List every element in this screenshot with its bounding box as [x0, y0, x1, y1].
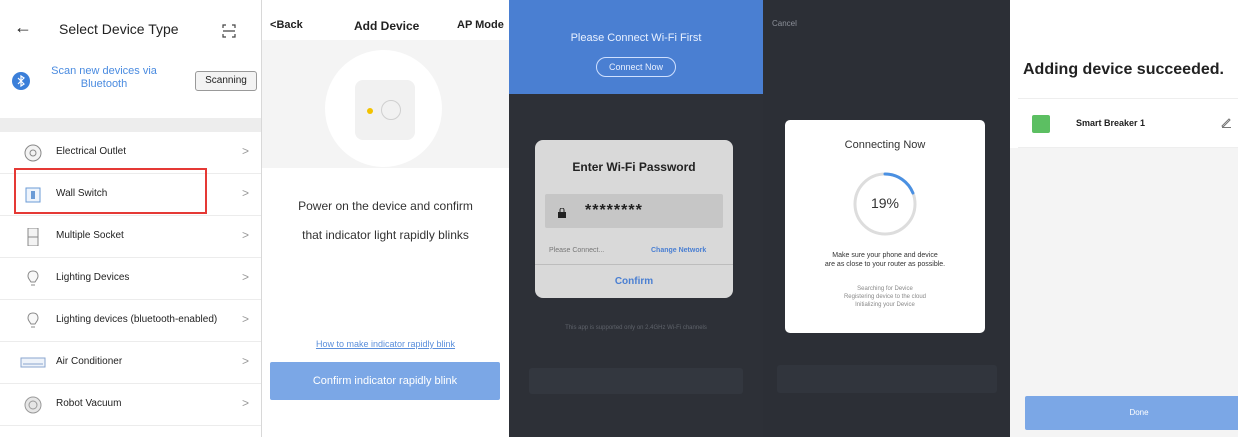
chevron-right-icon: >: [242, 144, 250, 158]
proximity-message: Make sure your phone and device are as c…: [785, 251, 985, 269]
confirm-blink-button[interactable]: Confirm indicator rapidly blink: [270, 362, 500, 400]
indicator-light-icon: [367, 108, 373, 114]
chevron-right-icon: >: [242, 312, 250, 326]
device-name: Smart Breaker 1: [1076, 118, 1146, 128]
arrow-left-icon[interactable]: ←: [14, 18, 32, 36]
chevron-right-icon: >: [242, 396, 250, 410]
page-title: Select Device Type: [59, 21, 179, 37]
select-device-type-screen: ← Select Device Type Scan new devices vi…: [0, 0, 262, 437]
add-device-screen: <Back Add Device AP Mode Power on the de…: [262, 0, 509, 437]
wifi-password-dialog: Enter Wi-Fi Password ******** Please Con…: [535, 140, 733, 298]
device-type-label: Electrical Outlet: [56, 146, 127, 157]
chevron-right-icon: >: [242, 270, 250, 284]
device-row[interactable]: Smart Breaker 1: [1018, 98, 1238, 148]
password-field[interactable]: ********: [545, 194, 723, 228]
page-title: Add Device: [354, 19, 420, 33]
device-type-label: Air Conditioner: [56, 356, 123, 367]
scanning-button[interactable]: Scanning: [195, 71, 257, 91]
header: ← Select Device Type: [0, 8, 261, 44]
progress-percent: 19%: [870, 195, 900, 211]
device-graphic: [355, 80, 415, 140]
device-type-row[interactable]: Multiple Socket >: [0, 216, 261, 258]
cancel-button[interactable]: Cancel: [772, 19, 797, 28]
device-type-row[interactable]: Lighting devices (bluetooth-enabled) >: [0, 300, 261, 342]
device-type-row[interactable]: Air Conditioner >: [0, 342, 261, 384]
success-screen: Adding device succeeded. Smart Breaker 1…: [1010, 0, 1238, 437]
done-button[interactable]: Done: [1025, 396, 1238, 430]
bulb-bt-icon: [24, 312, 42, 330]
connect-now-button[interactable]: Connect Now: [596, 57, 676, 77]
power-button-icon: [381, 100, 401, 120]
dialog-title: Enter Wi-Fi Password: [572, 160, 696, 174]
back-button[interactable]: <Back: [270, 19, 303, 31]
wifi-banner: Please Connect Wi-Fi First Connect Now: [509, 0, 763, 94]
banner-title: Please Connect Wi-Fi First: [570, 32, 702, 44]
vacuum-icon: [22, 396, 44, 414]
connecting-screen: Cancel Connecting Now 19% Make sure your…: [763, 0, 1010, 437]
qr-scan-icon[interactable]: [222, 24, 236, 38]
bluetooth-scan-row: Scan new devices via Bluetooth Scanning: [0, 50, 261, 118]
device-type-label: Multiple Socket: [56, 230, 124, 241]
chevron-right-icon: >: [242, 228, 250, 242]
bluetooth-icon: [12, 72, 30, 90]
power-strip-icon: [24, 227, 42, 247]
breaker-icon: [1032, 115, 1050, 133]
network-hint: Please Connect...: [549, 247, 605, 254]
message-line-2: are as close to your router as possible.: [824, 261, 946, 268]
content-background: [1010, 148, 1238, 437]
divider: [535, 264, 733, 265]
bottom-bar: [529, 368, 743, 394]
connecting-title: Connecting Now: [844, 139, 926, 151]
lock-icon: [557, 205, 567, 218]
device-type-label: Robot Vacuum: [56, 398, 122, 409]
chevron-right-icon: >: [242, 186, 250, 200]
device-type-label: Lighting Devices: [56, 272, 130, 283]
connection-steps: Searching for Device Registering device …: [785, 285, 985, 309]
change-network-link[interactable]: Change Network: [651, 247, 706, 254]
step-item: Searching for Device: [857, 286, 913, 292]
device-type-row[interactable]: Robot Vacuum >: [0, 384, 261, 426]
device-type-label: Lighting devices (bluetooth-enabled): [56, 314, 218, 325]
bottom-bar: [777, 365, 997, 393]
device-illustration: [262, 40, 509, 168]
message-line-1: Make sure your phone and device: [832, 252, 938, 259]
instruction-line-1: Power on the device and confirm: [298, 199, 473, 213]
confirm-button[interactable]: Confirm: [535, 276, 733, 287]
wifi-password-screen: Please Connect Wi-Fi First Connect Now E…: [509, 0, 763, 437]
pencil-icon[interactable]: [1220, 115, 1232, 128]
password-value: ********: [585, 202, 643, 219]
outlet-icon: [24, 144, 42, 162]
highlight-box: [14, 168, 207, 214]
section-divider: [0, 118, 261, 132]
wifi-support-note: This app is supported only on 2.4GHz Wi-…: [565, 325, 707, 331]
ac-icon: [20, 354, 46, 372]
success-title: Adding device succeeded.: [1023, 61, 1224, 78]
chevron-right-icon: >: [242, 354, 250, 368]
bluetooth-scan-text: Scan new devices via Bluetooth: [51, 65, 157, 90]
device-type-row[interactable]: Lighting Devices >: [0, 258, 261, 300]
instruction-line-2: that indicator light rapidly blinks: [302, 228, 469, 242]
help-link[interactable]: How to make indicator rapidly blink: [262, 339, 509, 349]
bulb-icon: [24, 270, 42, 288]
connecting-card: Connecting Now 19% Make sure your phone …: [785, 120, 985, 333]
ap-mode-button[interactable]: AP Mode: [457, 19, 504, 31]
illustration-circle: [325, 50, 442, 167]
back-label: Back: [276, 19, 303, 31]
step-item: Registering device to the cloud: [843, 294, 927, 300]
step-item: Initializing your Device: [855, 302, 915, 308]
